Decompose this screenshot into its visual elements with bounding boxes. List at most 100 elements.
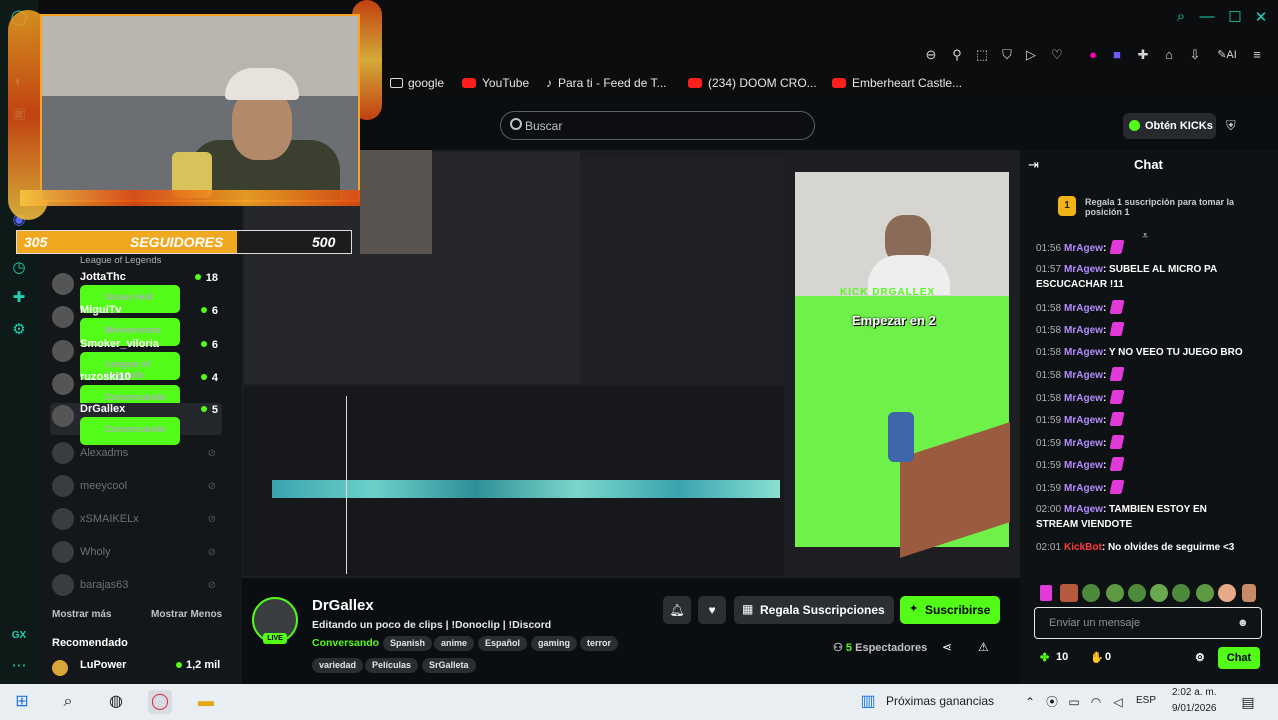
- clock-date[interactable]: 9/01/2026: [1172, 703, 1217, 714]
- app-icon[interactable]: ◍: [104, 690, 128, 714]
- emote-icon[interactable]: [1082, 584, 1100, 602]
- bookmark-emberheart[interactable]: Emberheart Castle...: [832, 76, 962, 90]
- weather-widget-icon[interactable]: ▥: [856, 690, 880, 714]
- channel-item[interactable]: Smoker_viloria League of Legends 6: [50, 338, 222, 381]
- follow-heart-button[interactable]: ♥: [698, 596, 726, 624]
- stream-category[interactable]: Conversando: [312, 637, 379, 649]
- emote-icon[interactable]: [1242, 584, 1256, 602]
- clock-time[interactable]: 2:02 a. m.: [1172, 687, 1216, 698]
- language-indicator[interactable]: ESP: [1136, 695, 1156, 706]
- snapshot-icon[interactable]: ⬚: [973, 46, 991, 64]
- settings-icon[interactable]: ⚙: [9, 320, 29, 340]
- message-username[interactable]: MrAgew: [1064, 303, 1103, 314]
- zoom-out-icon[interactable]: ⊖: [922, 46, 940, 64]
- chat-input[interactable]: Enviar un mensaje: [1034, 607, 1262, 639]
- share-icon[interactable]: ⋖: [942, 640, 952, 654]
- message-username[interactable]: MrAgew: [1064, 264, 1103, 275]
- message-username[interactable]: MrAgew: [1064, 415, 1103, 426]
- offline-channel[interactable]: barajas63 ⊘: [50, 572, 222, 602]
- search-icon[interactable]: ⌕: [56, 690, 80, 714]
- emote-icon[interactable]: [1172, 584, 1190, 602]
- stream-tag[interactable]: variedad: [312, 658, 364, 673]
- close-icon[interactable]: ✕: [1250, 8, 1272, 26]
- notifications-icon[interactable]: ▤: [1236, 690, 1260, 714]
- message-username[interactable]: MrAgew: [1064, 370, 1103, 381]
- file-explorer-icon[interactable]: ▬: [194, 690, 218, 714]
- volume-icon[interactable]: ◁: [1106, 690, 1130, 714]
- bank-icon[interactable]: ⌂: [1160, 46, 1178, 64]
- send-chat-button[interactable]: Chat: [1218, 647, 1260, 669]
- channel-item-selected[interactable]: DrGallex Conversando 5: [50, 403, 222, 445]
- minimize-icon[interactable]: —: [1196, 8, 1218, 25]
- message-username[interactable]: MrAgew: [1064, 393, 1103, 404]
- puzzle-icon[interactable]: ✚: [1134, 46, 1152, 64]
- search-icon[interactable]: ⌕: [1170, 8, 1192, 25]
- emote-icon[interactable]: [1218, 584, 1236, 602]
- offline-channel[interactable]: xSMAIKELx ⊘: [50, 506, 222, 536]
- maximize-icon[interactable]: ☐: [1224, 8, 1246, 26]
- heart-icon[interactable]: ♡: [1048, 46, 1066, 64]
- stream-tag[interactable]: gaming: [531, 636, 578, 651]
- shield-icon[interactable]: ⛉: [998, 46, 1016, 64]
- channel-item[interactable]: ruzoski10 Conversando 4: [50, 371, 222, 413]
- stream-tag[interactable]: anime: [434, 636, 475, 651]
- stream-tag[interactable]: Películas: [365, 658, 419, 673]
- channel-item[interactable]: MiguiTv Movierooms 6: [50, 304, 222, 346]
- history-icon[interactable]: ◷: [9, 258, 29, 278]
- message-username[interactable]: MrAgew: [1064, 243, 1103, 254]
- emote-icon[interactable]: [1060, 584, 1078, 602]
- message-username[interactable]: MrAgew: [1064, 504, 1103, 515]
- widget-text[interactable]: Próximas ganancias: [886, 694, 994, 708]
- user-menu-icon[interactable]: ⛨: [1226, 118, 1236, 134]
- collapse-chat-icon[interactable]: ⇥: [1028, 157, 1039, 173]
- emote-icon[interactable]: [1128, 584, 1146, 602]
- emote-icon[interactable]: [1040, 585, 1052, 601]
- windows-start-icon[interactable]: ⊞: [10, 690, 34, 714]
- ai-icon[interactable]: ✎AI: [1212, 46, 1242, 64]
- battery-icon[interactable]: ▭: [1062, 690, 1086, 714]
- wifi-icon[interactable]: ◠: [1084, 690, 1108, 714]
- report-icon[interactable]: ⚠: [978, 640, 989, 654]
- mic-icon[interactable]: ⦿: [1040, 690, 1064, 714]
- search-input[interactable]: Buscar: [500, 111, 815, 140]
- stream-tag[interactable]: terror: [580, 636, 619, 651]
- bookmark-tiktok[interactable]: ♪ Para ti - Feed de T...: [546, 76, 667, 90]
- channel-item[interactable]: JottaThc Green Hell 18: [50, 271, 222, 313]
- download-icon[interactable]: ⇩: [1186, 46, 1204, 64]
- more-icon[interactable]: ⋯: [9, 656, 29, 676]
- menu-icon[interactable]: ≡: [1248, 46, 1266, 64]
- gift-promo-text[interactable]: Regala 1 suscripción para tomar la posic…: [1085, 197, 1250, 217]
- stream-tag[interactable]: Spanish: [383, 636, 433, 651]
- bookmark-google[interactable]: google: [390, 76, 444, 90]
- gx-icon[interactable]: GX: [9, 626, 29, 646]
- offline-channel[interactable]: Alexadms ⊘: [50, 440, 222, 470]
- recommended-channel[interactable]: LuPower: [80, 659, 126, 671]
- message-username[interactable]: MrAgew: [1064, 483, 1103, 494]
- opera-gx-icon[interactable]: ◯: [148, 690, 172, 714]
- bookmark-doom[interactable]: (234) DOOM CRO...: [688, 76, 817, 90]
- play-icon[interactable]: ▷: [1022, 46, 1040, 64]
- emote-icon[interactable]: [1150, 584, 1168, 602]
- channel-points[interactable]: 10: [1056, 651, 1068, 663]
- message-username[interactable]: KickBot: [1064, 542, 1102, 553]
- message-username[interactable]: MrAgew: [1064, 347, 1103, 358]
- bookmark-youtube[interactable]: YouTube: [462, 76, 529, 90]
- show-less-link[interactable]: Mostrar Menos: [151, 609, 222, 620]
- emote-icon[interactable]: [1106, 584, 1124, 602]
- ext-color-icon[interactable]: ●: [1084, 46, 1102, 64]
- offline-channel[interactable]: meeycool ⊘: [50, 473, 222, 503]
- emoji-icon[interactable]: ☻: [1237, 617, 1249, 629]
- chat-settings-icon[interactable]: ⚙: [1195, 651, 1205, 664]
- stream-tag[interactable]: Español: [478, 636, 528, 651]
- show-more-link[interactable]: Mostrar más: [52, 609, 111, 620]
- pin-icon[interactable]: ⚲: [948, 46, 966, 64]
- notification-bell-button[interactable]: 🔔︎: [663, 596, 691, 624]
- ext-chat-icon[interactable]: ■: [1108, 46, 1126, 64]
- gift-subs-button[interactable]: Regala Suscripciones: [734, 596, 894, 624]
- message-username[interactable]: MrAgew: [1064, 438, 1103, 449]
- stream-tag[interactable]: SrGalleta: [422, 658, 476, 673]
- offline-channel[interactable]: Wholy ⊘: [50, 539, 222, 569]
- extensions-icon[interactable]: ✚: [9, 288, 29, 308]
- message-username[interactable]: MrAgew: [1064, 325, 1103, 336]
- streamer-name[interactable]: DrGallex: [312, 597, 374, 614]
